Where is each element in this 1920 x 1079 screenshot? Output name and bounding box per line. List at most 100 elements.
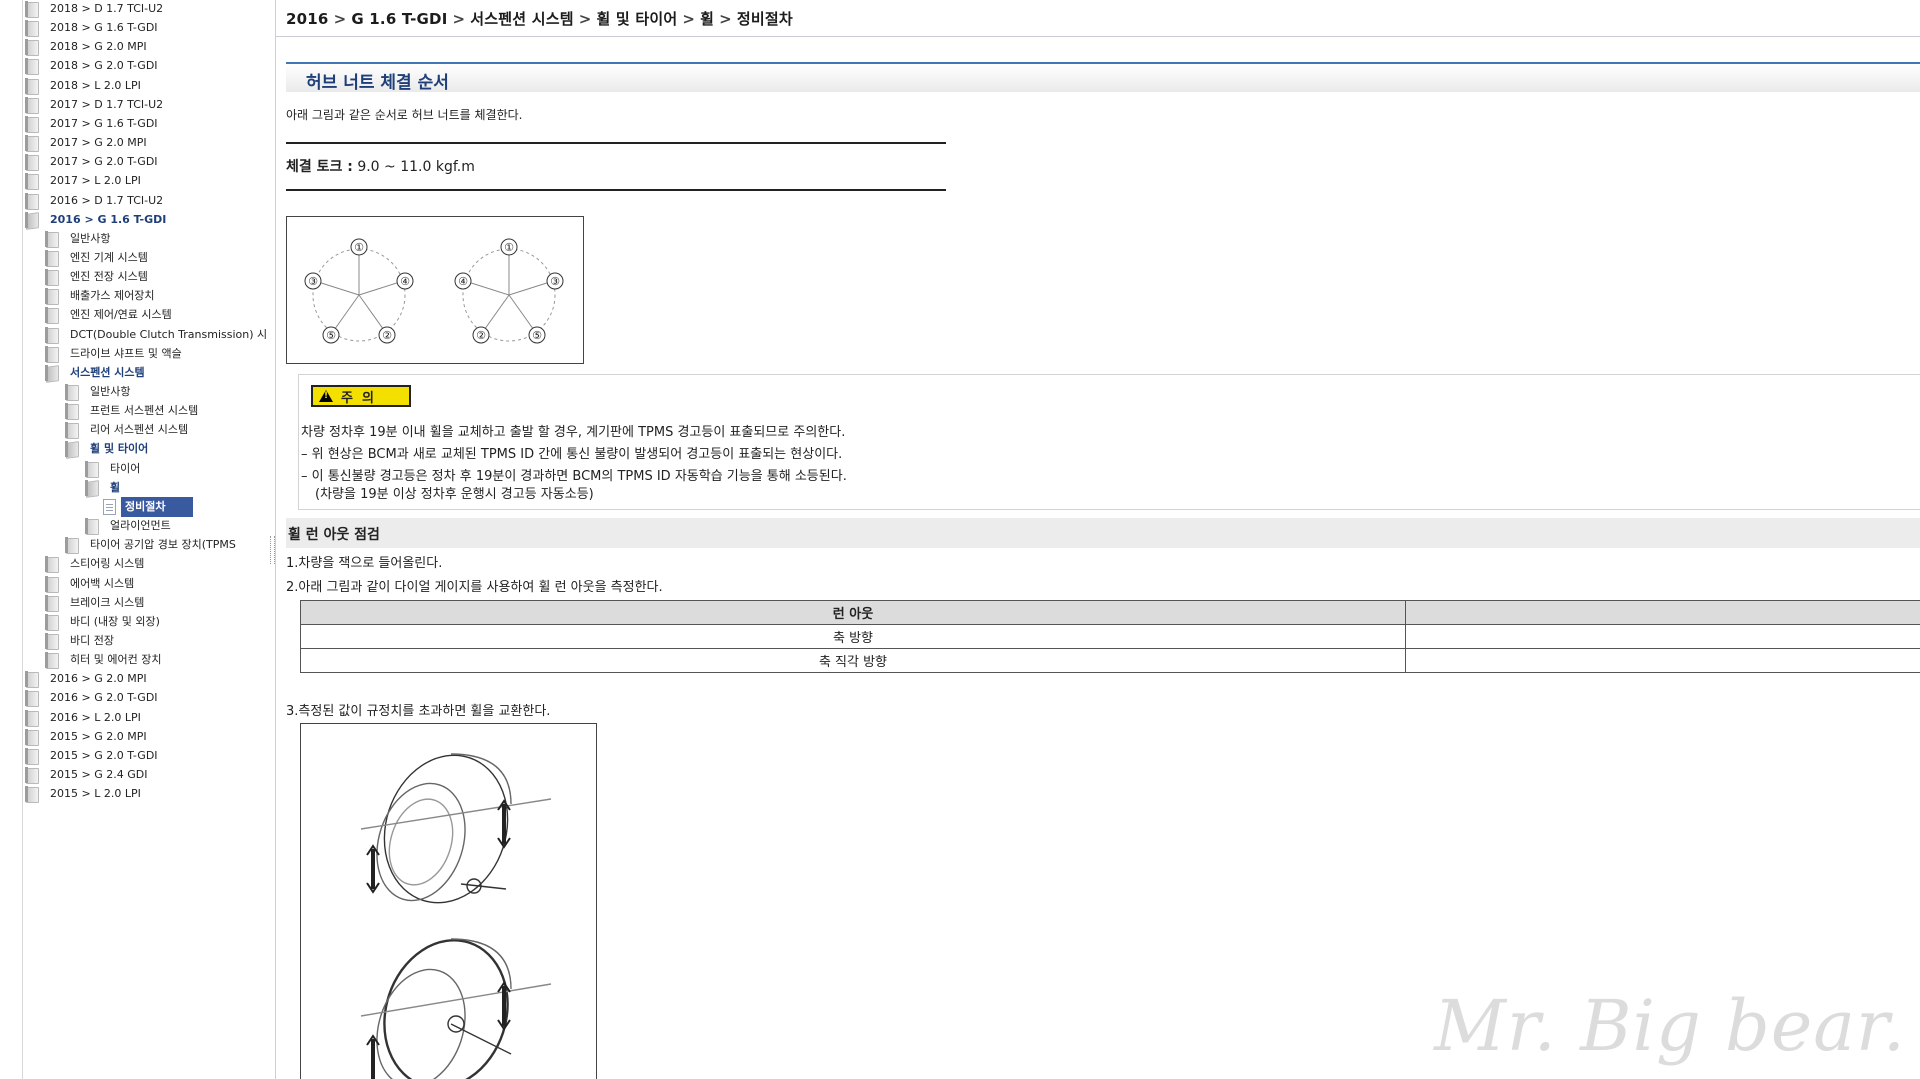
runout-row-label: 축 직각 방향 — [300, 648, 1406, 673]
book-icon — [25, 96, 40, 114]
tree-item-label: 2018 > L 2.0 LPI — [50, 78, 141, 92]
tree-item-label: 타이어 — [110, 461, 141, 475]
book-icon — [25, 115, 40, 133]
nut-order-label: ④ — [400, 275, 410, 288]
breadcrumb-separator: > — [682, 10, 696, 28]
tree-item-label: 2016 > D 1.7 TCI-U2 — [50, 193, 164, 207]
caution-line: (차량을 19분 이상 정차후 운행시 경고등 자동소등) — [315, 487, 594, 502]
book-icon — [25, 58, 40, 76]
book-icon — [65, 403, 80, 421]
tree-item-label: 서스펜션 시스템 — [70, 365, 145, 379]
section-title: 허브 너트 체결 순서 — [306, 73, 449, 93]
caution-line: – 이 통신불량 경고등은 정차 후 19분이 경과하면 BCM의 TPMS I… — [301, 469, 847, 484]
book-icon — [65, 422, 80, 440]
breadcrumb-separator: > — [578, 10, 592, 28]
tree-item-label: 리어 서스펜션 시스템 — [90, 423, 189, 437]
torque-value: 9.0 ~ 11.0 kgf.m — [357, 159, 475, 175]
open-book-icon — [85, 479, 100, 496]
tree-item-label: 브레이크 시스템 — [70, 595, 145, 609]
hub-nut-sequence-figure: ① ③ ④ ⑤ ② ① ④ ③ ② ⑤ — [286, 216, 584, 364]
book-icon — [45, 230, 60, 248]
wheel-runout-illustration — [360, 753, 552, 1079]
tree-item-label: 2015 > G 2.4 GDI — [50, 768, 148, 781]
page-icon — [103, 498, 116, 515]
table-row: 축 직각 방향 — [300, 648, 1920, 673]
runout-heading: 휠 런 아웃 점검 — [288, 527, 380, 543]
book-icon — [65, 537, 80, 555]
open-book-icon — [45, 364, 60, 381]
breadcrumb-item-suspension[interactable]: 서스펜션 시스템 — [470, 10, 573, 28]
tree-item-label: 2017 > G 2.0 T-GDI — [50, 155, 158, 169]
tree-item-label: 2016 > G 2.0 MPI — [50, 672, 147, 686]
book-icon — [45, 652, 60, 670]
book-icon — [45, 345, 60, 363]
nut-order-label: ① — [354, 241, 364, 254]
book-icon — [25, 39, 40, 57]
tree-item-label: 엔진 기계 시스템 — [70, 250, 148, 264]
torque-top-rule — [286, 142, 946, 144]
book-icon — [45, 288, 60, 306]
runout-row-label: 축 방향 — [300, 624, 1406, 649]
breadcrumb-item-year[interactable]: 2016 — [286, 10, 329, 28]
book-icon — [25, 690, 40, 708]
tree-item-label: 휠 — [110, 480, 121, 494]
book-icon — [45, 575, 60, 593]
open-book-icon — [65, 441, 80, 458]
runout-step-3: 3.측정된 값이 규정치를 초과하면 휠을 교환한다. — [286, 704, 551, 719]
open-book-icon — [25, 211, 40, 228]
runout-value-header — [1405, 600, 1920, 625]
tree-item-label: 2017 > D 1.7 TCI-U2 — [50, 97, 164, 111]
breadcrumb-item-procedure: 정비절차 — [736, 10, 793, 28]
tree-item-label: 2018 > G 2.0 T-GDI — [50, 59, 158, 73]
tree-item-label: 2015 > G 2.0 MPI — [50, 729, 147, 743]
table-row: 축 방향 — [300, 624, 1920, 649]
nut-order-label: ① — [504, 241, 514, 254]
tree-item-label: 얼라이언먼트 — [110, 519, 171, 533]
breadcrumb-item-engine[interactable]: G 1.6 T-GDI — [351, 10, 447, 28]
tree-item-label: 2017 > L 2.0 LPI — [50, 174, 141, 188]
book-icon — [25, 1, 40, 18]
breadcrumb-divider — [276, 36, 1920, 37]
nut-order-label: ⑤ — [532, 329, 542, 342]
book-icon — [25, 671, 40, 689]
breadcrumb-item-wheel-tire[interactable]: 휠 및 타이어 — [596, 10, 677, 28]
caution-line: – 위 현상은 BCM과 새로 교체된 TPMS ID 간에 통신 불량이 발생… — [301, 447, 843, 462]
tree-item-label: 드라이브 샤프트 및 액슬 — [70, 346, 182, 360]
tree-item-label: 배출가스 제어장치 — [70, 289, 155, 303]
book-icon — [45, 632, 60, 650]
caution-badge: 주 의 — [311, 385, 411, 407]
warning-icon — [319, 390, 333, 402]
nut-order-label: ② — [476, 329, 486, 342]
pane-splitter-handle[interactable] — [270, 536, 275, 564]
breadcrumb-separator: > — [452, 10, 466, 28]
book-icon — [25, 173, 40, 191]
navigation-tree: 2018 > D 1.7 TCI-U2 2018 > G 1.6 T-GDI 201… — [22, 0, 276, 1079]
tree-item-label: DCT(Double Clutch Transmission) 시 — [70, 327, 268, 341]
book-icon — [25, 135, 40, 153]
book-icon — [85, 518, 100, 536]
tree-item-label: 2015 > G 2.0 T-GDI — [50, 748, 158, 762]
runout-step-1: 1.차량을 잭으로 들어올린다. — [286, 556, 443, 571]
nut-order-label: ③ — [550, 275, 560, 288]
book-icon — [25, 192, 40, 210]
breadcrumb-item-wheel[interactable]: 휠 — [700, 10, 714, 28]
tree-item[interactable]: 2015 > L 2.0 LPI — [25, 783, 145, 805]
book-icon — [25, 709, 40, 727]
tree-item-label: 2018 > D 1.7 TCI-U2 — [50, 2, 164, 15]
book-icon — [45, 249, 60, 267]
nut-order-label: ③ — [308, 275, 318, 288]
tree-item-label: 2016 > G 2.0 T-GDI — [50, 691, 158, 705]
torque-spec: 체결 토크 : 9.0 ~ 11.0 kgf.m — [286, 156, 475, 176]
book-icon — [25, 747, 40, 765]
section-intro: 아래 그림과 같은 순서로 허브 너트를 체결한다. — [286, 108, 523, 122]
book-icon — [45, 307, 60, 325]
tree-item-label: 에어백 시스템 — [70, 576, 135, 590]
torque-bottom-rule — [286, 189, 946, 191]
caution-badge-label: 주 의 — [341, 390, 374, 406]
watermark: Mr. Big bear. — [1434, 985, 1906, 1067]
breadcrumb-separator: > — [333, 10, 347, 28]
tree-item-label: 타이어 공기압 경보 장치(TPMS — [90, 538, 236, 552]
tree-item-label: 스티어링 시스템 — [70, 557, 145, 571]
book-icon — [25, 786, 40, 804]
breadcrumb: 2016 > G 1.6 T-GDI > 서스펜션 시스템 > 휠 및 타이어 > 휠 > 정비절차 — [286, 8, 793, 29]
